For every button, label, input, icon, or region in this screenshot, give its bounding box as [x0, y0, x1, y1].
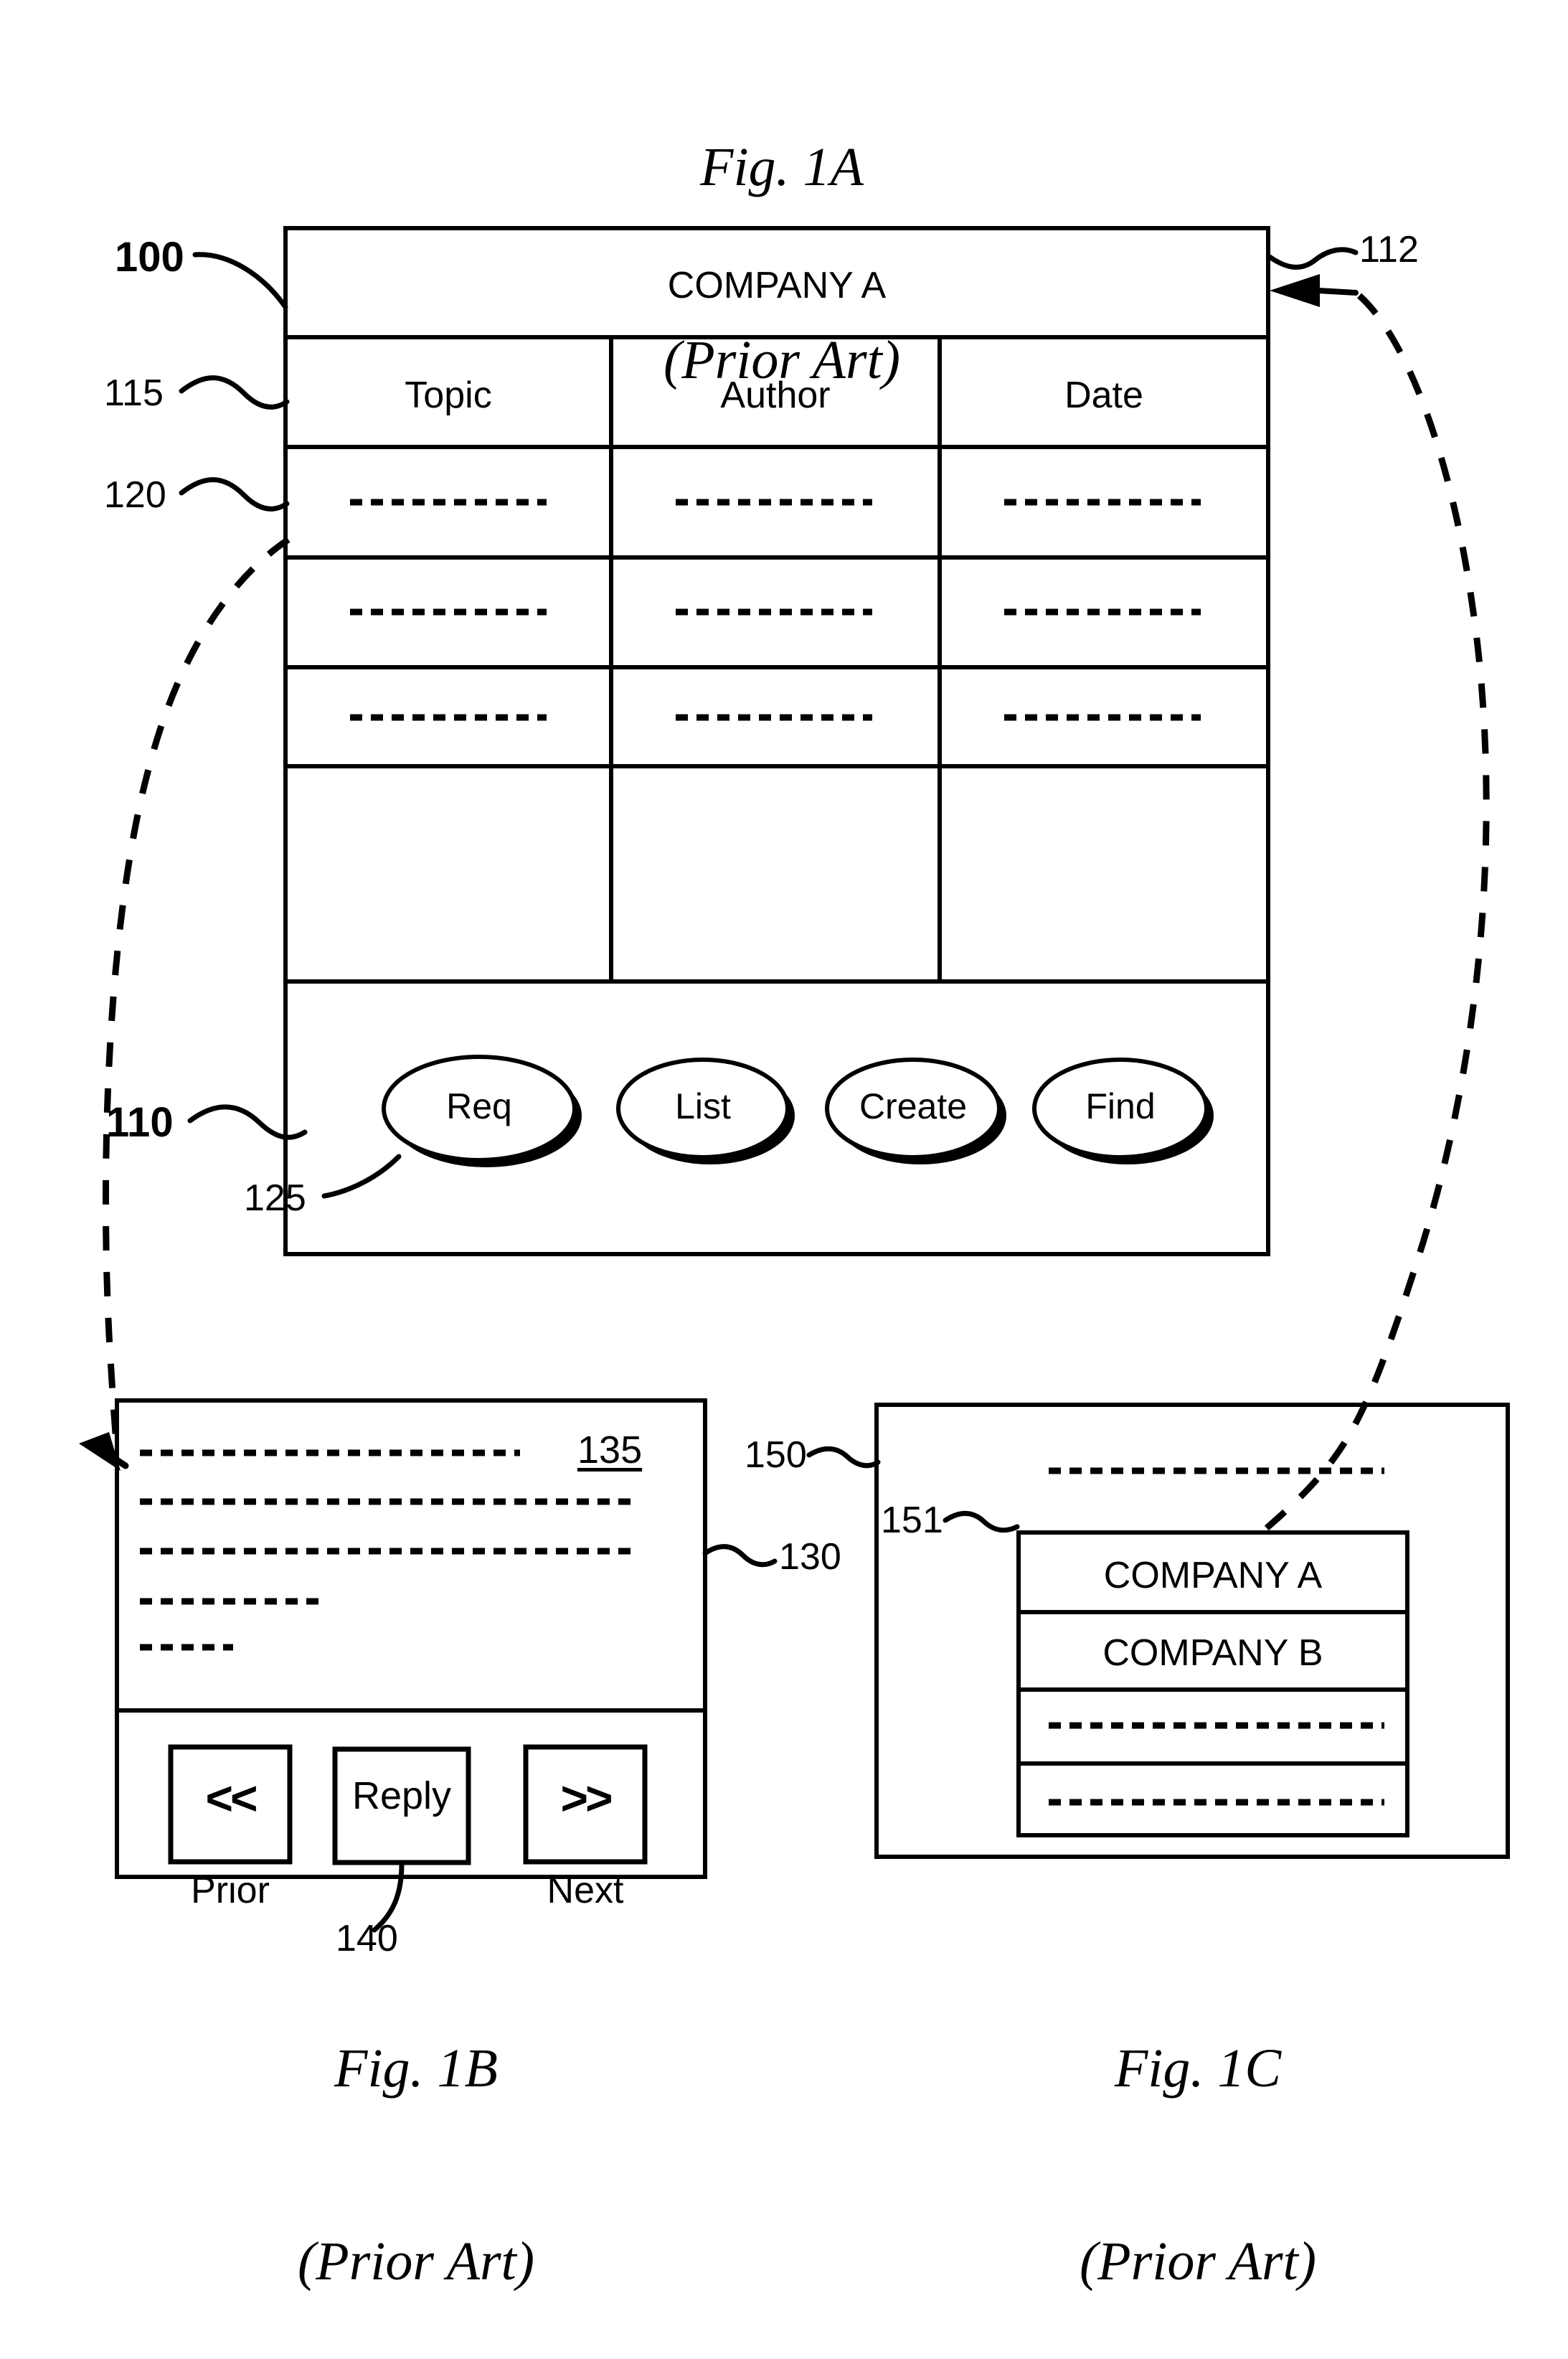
ref-110: 110 — [106, 1099, 174, 1146]
req-button-label[interactable]: Req — [386, 1086, 572, 1127]
fig-1b-caption: Fig. 1B (Prior Art) — [201, 1908, 631, 2359]
ref-151: 151 — [881, 1499, 943, 1541]
find-button-label[interactable]: Find — [1031, 1086, 1210, 1127]
message-number-135: 135 — [577, 1428, 643, 1472]
list-item-company-a[interactable]: COMPANY A — [1019, 1554, 1407, 1597]
reply-button-glyph[interactable]: Reply — [335, 1774, 468, 1818]
prior-button-glyph[interactable]: << — [171, 1771, 290, 1825]
column-header-author: Author — [720, 375, 831, 416]
fig-1a-caption-line1: Fig. 1A — [700, 137, 864, 198]
column-header-topic: Topic — [405, 375, 492, 416]
ref-112: 112 — [1359, 229, 1419, 270]
fig-1c-caption-line1: Fig. 1C — [1114, 2038, 1282, 2099]
ref-125: 125 — [244, 1177, 306, 1219]
ref-150: 150 — [745, 1434, 807, 1476]
fig-1b-caption-line1: Fig. 1B — [334, 2038, 498, 2099]
prior-button-label: Prior — [191, 1870, 270, 1911]
column-header-date: Date — [1064, 375, 1143, 416]
ref-120: 120 — [104, 474, 166, 516]
fig-1b-caption-line2: (Prior Art) — [297, 2231, 535, 2292]
ref-130: 130 — [779, 1536, 841, 1578]
next-button-label: Next — [547, 1870, 624, 1911]
ref-115: 115 — [104, 372, 164, 414]
list-item-company-b[interactable]: COMPANY B — [1019, 1631, 1407, 1675]
ref-100: 100 — [115, 234, 184, 281]
fig-1c-caption-line2: (Prior Art) — [1079, 2231, 1317, 2292]
list-button-label[interactable]: List — [613, 1086, 793, 1127]
next-button-glyph[interactable]: >> — [526, 1771, 645, 1825]
fig-1c-caption: Fig. 1C (Prior Art) — [983, 1908, 1413, 2359]
fig-1a-title-text: COMPANY A — [667, 265, 887, 306]
arrow-tail-112 — [1316, 288, 1359, 296]
create-button-label[interactable]: Create — [823, 1086, 1003, 1127]
